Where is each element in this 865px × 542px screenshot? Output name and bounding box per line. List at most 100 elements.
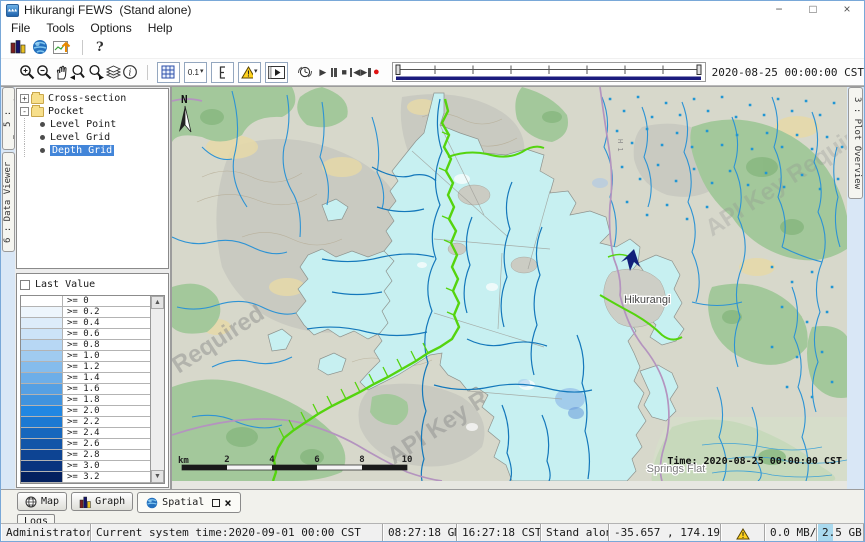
contour-threshold-dropdown[interactable]: 0.1 ▾ [184,62,207,83]
menu-help[interactable]: Help [140,21,181,35]
scroll-down-button[interactable]: ▼ [151,470,164,483]
legend-row[interactable]: >= 0 [21,296,150,307]
menu-options[interactable]: Options [82,21,139,35]
window-title: Hikurangi FEWS (Stand alone) [24,3,191,17]
layers-button[interactable] [105,62,122,82]
ruler-icon [218,65,227,80]
svg-text:N: N [181,93,188,106]
info-icon: i [122,64,138,80]
contour-threshold-value: 0.1 [188,68,199,77]
warning-threshold-dropdown[interactable]: ! ▾ [238,62,261,83]
main-area: 5 : Forecast 6 : Data Viewer + Cross-sec… [1,86,864,489]
scroll-up-button[interactable]: ▲ [151,296,164,309]
legend-swatch [21,395,63,405]
legend-row[interactable]: >= 2.6 [21,439,150,450]
legend-swatch [21,296,63,306]
legend-row[interactable]: >= 0.8 [21,340,150,351]
status-warning[interactable]: ! [721,524,765,541]
legend-row[interactable]: >= 2.8 [21,450,150,461]
legend-row[interactable]: >= 1.2 [21,362,150,373]
close-tab-icon[interactable]: × [224,498,231,508]
movie-player-button[interactable] [265,62,288,83]
legend-row[interactable]: >= 2.4 [21,428,150,439]
zoom-in-icon [19,64,36,81]
collapse-icon[interactable]: - [20,107,29,116]
tab-forecast[interactable]: 5 : Forecast [2,87,15,150]
main-toolbar: ? [1,36,864,58]
status-gmt-time: 08:27:18 GMT [383,524,457,541]
grid-display-button[interactable] [157,62,180,83]
legend-row[interactable]: >= 1.6 [21,384,150,395]
last-value-checkbox[interactable] [20,280,30,290]
legend-row[interactable]: >= 1.0 [21,351,150,362]
map-viewport[interactable]: API Key Required API Key Required API Ke… [171,87,847,489]
spatial-chart-icon [53,40,71,55]
data-display-button[interactable] [7,38,29,56]
tree-item-pocket[interactable]: - Pocket [20,105,168,118]
time-slider[interactable] [392,62,706,82]
map-time-label: Time: 2020-08-25 00:00:00 CST [667,455,842,467]
info-button[interactable]: i [122,62,138,82]
minimize-button[interactable]: − [762,1,796,19]
tab-plot-overview[interactable]: 3 : Plot Overview [848,87,863,199]
title-bar: Hikurangi FEWS (Stand alone) − □ × [1,1,864,19]
tree-item-cross-section[interactable]: + Cross-section [20,92,168,105]
tab-spatial[interactable]: Spatial × [137,492,240,513]
pan-button[interactable] [53,62,69,82]
legend-panel: Last Value >= 0 >= 0.2 >= 0.4 >= 0.6 >= … [16,273,169,488]
legend-swatch [21,384,63,394]
record-button[interactable]: ● [371,66,382,78]
help-button[interactable]: ? [92,40,108,55]
grid-icon [161,65,175,79]
map-display-button[interactable] [29,38,51,56]
legend-row[interactable]: >= 1.8 [21,395,150,406]
animation-clock-icon [296,64,314,81]
legend-row[interactable]: >= 0.4 [21,318,150,329]
zoom-in-button[interactable] [19,62,36,82]
maximize-tab-icon[interactable] [212,499,220,507]
expander-icon[interactable]: + [20,94,29,103]
status-transfer-rate: 0.0 MB/s [765,524,817,541]
tree-item-label: Level Point [50,119,116,130]
left-panel: + Cross-section - Pocket Level Point Lev… [15,87,171,489]
zoom-next-button[interactable] [87,62,105,82]
pause-button[interactable] [328,68,339,77]
tree-item-level-grid[interactable]: Level Grid [20,131,168,144]
legend-row[interactable]: >= 0.2 [21,307,150,318]
tab-data-viewer[interactable]: 6 : Data Viewer [2,152,15,252]
legend-row[interactable]: >= 0.6 [21,329,150,340]
skip-to-start-button[interactable]: ◀ [350,67,361,78]
zoom-previous-button[interactable] [69,62,87,82]
legend-swatch [21,318,63,328]
stop-button[interactable]: ■ [339,67,350,77]
tree-item-label-selected: Depth Grid [50,145,114,156]
animation-settings-button[interactable] [296,62,314,82]
last-value-checkbox-row[interactable]: Last Value [20,277,165,292]
legend-row[interactable]: >= 3.0 [21,461,150,472]
menu-tools[interactable]: Tools [38,21,82,35]
left-tab-strip: 5 : Forecast 6 : Data Viewer [1,87,15,489]
tab-map[interactable]: Map [17,492,67,511]
legend-row[interactable]: >= 2.0 [21,406,150,417]
tab-graph[interactable]: Graph [71,492,133,511]
legend-row[interactable]: >= 3.2 [21,472,150,483]
maximize-button[interactable]: □ [796,1,830,19]
tree-item-depth-grid[interactable]: Depth Grid [20,144,168,157]
road-label: H 1 [616,139,624,152]
tree-item-level-point[interactable]: Level Point [20,118,168,131]
legend-row[interactable]: >= 1.4 [21,373,150,384]
menu-file[interactable]: File [3,21,38,35]
legend-row[interactable]: >= 2.2 [21,417,150,428]
legend-scrollbar[interactable]: ▲ ▼ [150,296,164,483]
scale-unit: km [178,456,189,466]
zoom-out-button[interactable] [36,62,53,82]
play-button[interactable]: ▶ [318,67,329,78]
current-timestep: 2020-08-25 00:00:00 CST [712,66,864,79]
svg-text:6: 6 [314,455,319,465]
hand-icon [53,64,69,81]
scale-button[interactable] [211,62,234,83]
bullet-icon [40,135,45,140]
skip-to-end-button[interactable]: ▶ [360,67,371,78]
spatial-display-button[interactable] [51,38,73,56]
close-button[interactable]: × [830,1,864,19]
